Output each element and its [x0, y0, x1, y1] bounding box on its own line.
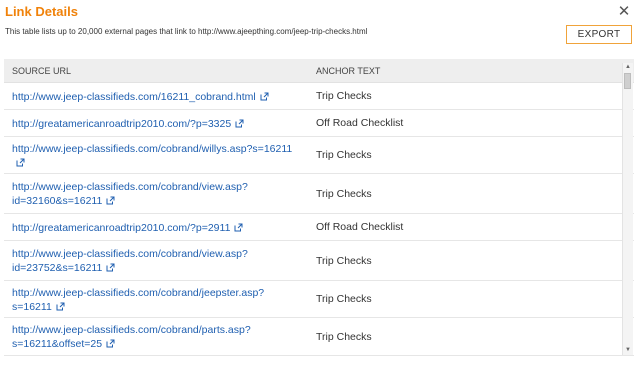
anchor-text-cell: Trip Checks	[316, 254, 372, 267]
source-url-cell: http://www.jeep-classifieds.com/16211_co…	[4, 89, 308, 104]
anchor-text-cell: Off Road Checklist	[316, 221, 404, 233]
dialog-description: This table lists up to 20,000 external p…	[5, 27, 368, 36]
table-row: http://greatamericanroadtrip2010.com/?p=…	[4, 214, 634, 241]
external-link-icon[interactable]	[106, 196, 115, 205]
external-link-icon[interactable]	[56, 302, 65, 311]
anchor-text-cell: Off Road Checklist	[316, 117, 404, 129]
dialog-title: Link Details	[5, 4, 78, 19]
scroll-down-arrow-icon[interactable]: ▼	[623, 346, 633, 355]
anchor-text-cell: Trip Checks	[316, 149, 372, 161]
external-link-icon[interactable]	[234, 223, 243, 232]
source-url-link[interactable]: http://www.jeep-classifieds.com/cobrand/…	[12, 287, 264, 313]
external-link-icon[interactable]	[16, 158, 25, 167]
source-url-link[interactable]: http://greatamericanroadtrip2010.com/?p=…	[12, 118, 231, 130]
links-table: SOURCE URL ANCHOR TEXT http://www.jeep-c…	[4, 59, 634, 359]
external-link-icon[interactable]	[106, 263, 115, 272]
source-url-header: SOURCE URL	[12, 65, 72, 76]
source-url-link[interactable]: http://www.jeep-classifieds.com/cobrand/…	[12, 248, 248, 274]
source-url-link[interactable]: http://www.jeep-classifieds.com/cobrand/…	[12, 324, 251, 350]
external-link-icon[interactable]	[260, 92, 269, 101]
table-row: http://www.jeep-classifieds.com/cobrand/…	[4, 241, 634, 281]
export-button[interactable]: EXPORT	[566, 25, 632, 44]
table-row: http://www.jeep-classifieds.com/cobrand/…	[4, 281, 634, 318]
source-url-link[interactable]: http://www.jeep-classifieds.com/cobrand/…	[12, 181, 248, 207]
vertical-scrollbar[interactable]: ▲ ▼	[622, 63, 633, 355]
table-row: http://www.jeep-classifieds.com/cobrand/…	[4, 318, 634, 356]
table-header: SOURCE URL ANCHOR TEXT	[4, 59, 634, 83]
anchor-text-cell: Trip Checks	[316, 90, 372, 102]
anchor-text-cell: Trip Checks	[316, 293, 372, 305]
anchor-text-cell: Trip Checks	[316, 330, 372, 343]
external-link-icon[interactable]	[106, 339, 115, 348]
scroll-up-arrow-icon[interactable]: ▲	[623, 63, 633, 72]
source-url-cell: http://www.jeep-classifieds.com/cobrand/…	[4, 285, 308, 314]
source-url-cell: http://www.jeep-classifieds.com/cobrand/…	[4, 179, 308, 208]
close-icon[interactable]: ✕	[616, 4, 632, 20]
table-row: http://www.jeep-classifieds.com/cobrand/…	[4, 137, 634, 174]
source-url-cell: http://www.jeep-classifieds.com/cobrand/…	[4, 322, 308, 351]
source-url-cell: http://www.jeep-classifieds.com/cobrand/…	[4, 141, 308, 170]
source-url-link[interactable]: http://greatamericanroadtrip2010.com/?p=…	[12, 222, 230, 234]
anchor-text-header: ANCHOR TEXT	[316, 65, 381, 76]
source-url-cell: http://greatamericanroadtrip2010.com/?p=…	[4, 220, 308, 235]
source-url-cell: http://www.jeep-classifieds.com/cobrand/…	[4, 246, 308, 275]
anchor-text-cell: Trip Checks	[316, 187, 372, 200]
source-url-link[interactable]: http://www.jeep-classifieds.com/16211_co…	[12, 91, 256, 103]
external-link-icon[interactable]	[235, 119, 244, 128]
table-body: http://www.jeep-classifieds.com/16211_co…	[4, 83, 634, 356]
link-details-dialog: ✕ Link Details This table lists up to 20…	[0, 0, 643, 365]
table-row: http://www.jeep-classifieds.com/16211_co…	[4, 83, 634, 110]
table-row: http://greatamericanroadtrip2010.com/?p=…	[4, 110, 634, 137]
source-url-cell: http://greatamericanroadtrip2010.com/?p=…	[4, 116, 308, 131]
source-url-link[interactable]: http://www.jeep-classifieds.com/cobrand/…	[12, 143, 292, 155]
table-row: http://www.jeep-classifieds.com/cobrand/…	[4, 174, 634, 214]
scrollbar-thumb[interactable]	[624, 73, 631, 89]
